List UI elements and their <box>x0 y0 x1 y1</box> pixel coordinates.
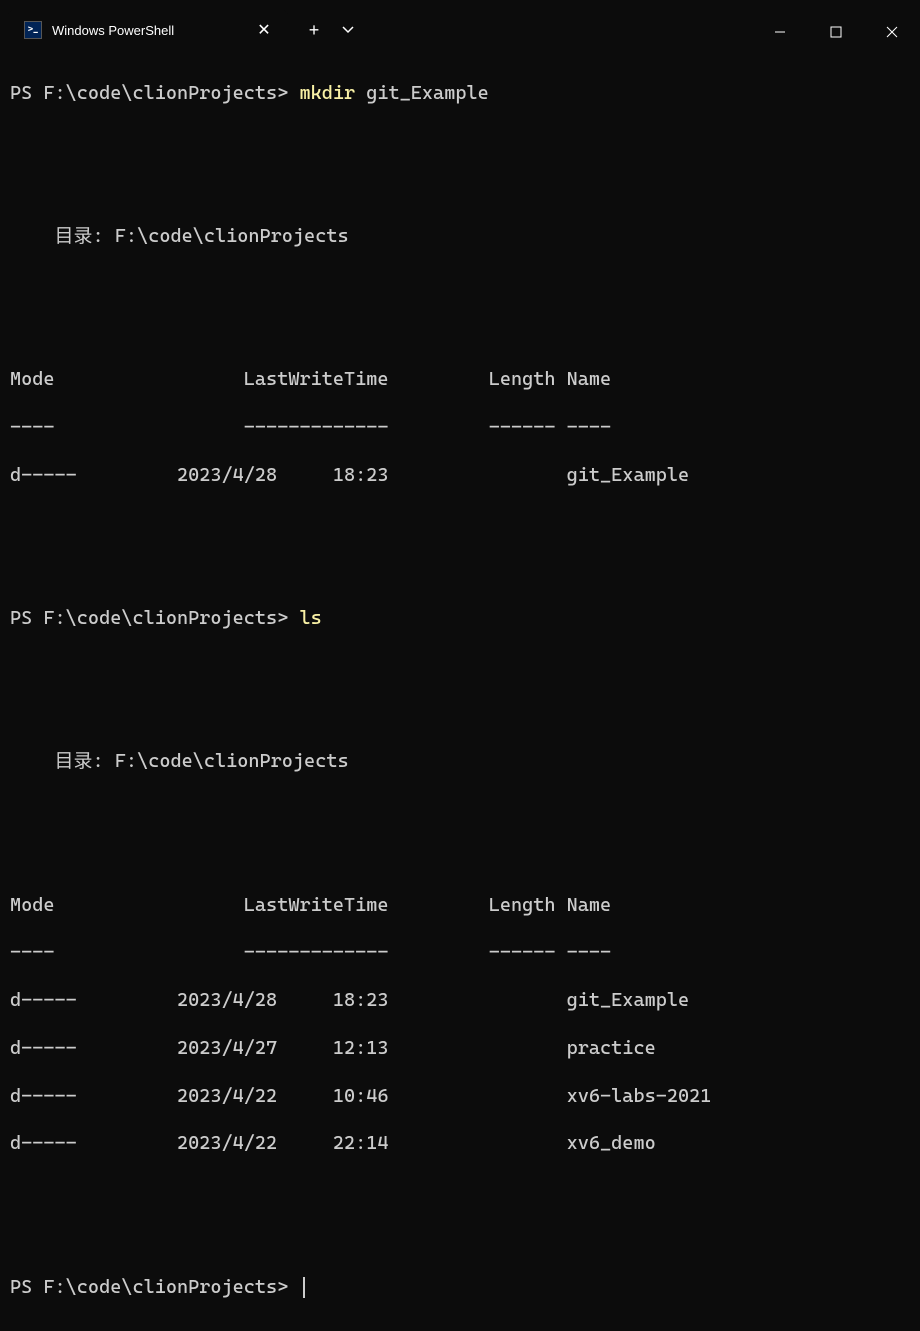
table-separator: ---- ------------- ------ ---- <box>10 941 910 965</box>
table-row: d----- 2023/4/22 22:14 xv6_demo <box>10 1132 910 1156</box>
minimize-button[interactable] <box>752 16 808 48</box>
terminal-cursor <box>303 1277 305 1298</box>
table-row: d----- 2023/4/27 12:13 practice <box>10 1037 910 1061</box>
command-arg: git_Example <box>355 82 489 104</box>
prompt-line: PS F:\code\clionProjects> mkdir git_Exam… <box>10 82 910 106</box>
terminal-output[interactable]: PS F:\code\clionProjects> mkdir git_Exam… <box>0 50 920 1331</box>
title-bar: Windows PowerShell ✕ + <box>0 0 920 50</box>
prompt-text: PS F:\code\clionProjects> <box>10 82 299 104</box>
window-controls <box>752 10 920 48</box>
close-tab-icon[interactable]: ✕ <box>252 18 276 42</box>
table-header: Mode LastWriteTime Length Name <box>10 894 910 918</box>
table-separator: ---- ------------- ------ ---- <box>10 416 910 440</box>
powershell-icon <box>24 21 42 39</box>
new-tab-button[interactable]: + <box>296 12 332 48</box>
table-header: Mode LastWriteTime Length Name <box>10 368 910 392</box>
prompt-text: PS F:\code\clionProjects> <box>10 1276 299 1298</box>
maximize-button[interactable] <box>808 16 864 48</box>
table-row: d----- 2023/4/28 18:23 git_Example <box>10 464 910 488</box>
tab-title: Windows PowerShell <box>52 23 252 38</box>
dir-header: 目录: F:\code\clionProjects <box>10 225 910 249</box>
dir-header: 目录: F:\code\clionProjects <box>10 750 910 774</box>
command-mkdir: mkdir <box>299 82 355 104</box>
tab-dropdown-icon[interactable] <box>332 12 364 48</box>
table-row: d----- 2023/4/22 10:46 xv6-labs-2021 <box>10 1085 910 1109</box>
prompt-line: PS F:\code\clionProjects> <box>10 1276 910 1300</box>
prompt-text: PS F:\code\clionProjects> <box>10 607 299 629</box>
table-row: d----- 2023/4/28 18:23 git_Example <box>10 989 910 1013</box>
terminal-tab[interactable]: Windows PowerShell ✕ <box>8 10 288 50</box>
command-ls: ls <box>299 607 321 629</box>
prompt-line: PS F:\code\clionProjects> ls <box>10 607 910 631</box>
close-window-button[interactable] <box>864 16 920 48</box>
